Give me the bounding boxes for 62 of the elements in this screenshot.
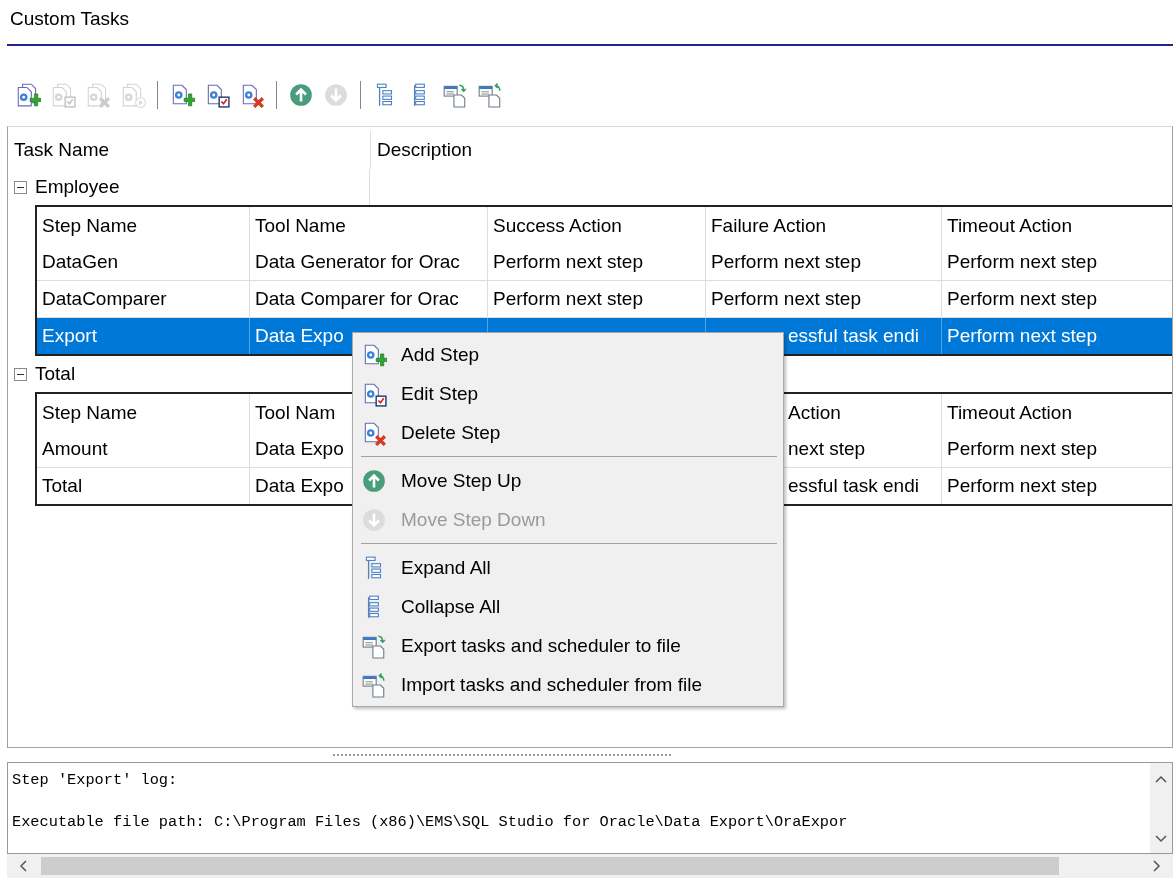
table-cell: DataGen — [42, 251, 119, 273]
task-name: Employee — [35, 176, 120, 198]
arrow-up-icon — [361, 467, 387, 494]
table-cell: Data Expo — [255, 475, 344, 497]
column-header[interactable]: Tool Nam — [255, 401, 336, 424]
table-cell: essful task endi — [788, 475, 919, 497]
log-line: Step 'Export' log: — [12, 771, 179, 789]
export-file-icon[interactable] — [442, 82, 468, 108]
table-cell: Amount — [42, 438, 108, 460]
table-cell: Data Generator for Orac — [255, 251, 460, 273]
menu-item[interactable]: Import tasks and scheduler from file — [355, 665, 781, 704]
table-cell: Perform next step — [711, 288, 861, 310]
column-header[interactable]: Timeout Action — [947, 401, 1072, 424]
column-header[interactable]: Step Name — [42, 214, 138, 237]
scrollbar-thumb[interactable] — [41, 857, 1059, 875]
column-header[interactable]: Step Name — [42, 401, 138, 424]
menu-item[interactable]: Delete Step — [355, 413, 781, 452]
table-cell: Total — [42, 475, 83, 497]
table-cell: Perform next step — [947, 438, 1097, 460]
table-cell: Perform next step — [947, 288, 1097, 310]
table-cell: Export — [42, 325, 97, 347]
table-cell: Perform next step — [947, 325, 1097, 347]
table-cell: next step — [788, 438, 866, 460]
table-cell: Data Expo — [255, 438, 344, 460]
collapse-toggle[interactable] — [14, 180, 27, 194]
column-header[interactable]: Description — [371, 139, 473, 161]
panel-title: Custom Tasks — [9, 7, 130, 31]
menu-item[interactable]: Collapse All — [355, 587, 781, 626]
chevron-up-icon[interactable] — [1155, 775, 1167, 783]
column-header[interactable]: Action — [788, 401, 841, 424]
arrow-up-icon[interactable] — [288, 82, 314, 108]
chevron-down-icon[interactable] — [1155, 835, 1167, 843]
menu-item[interactable]: Move Step Up — [355, 461, 781, 500]
arrow-down-icon — [361, 506, 387, 533]
table-cell: Perform next step — [947, 251, 1097, 273]
import-file-icon[interactable] — [477, 82, 503, 108]
menu-item[interactable]: Add Step — [355, 335, 781, 374]
column-header[interactable]: Task Name — [8, 131, 371, 169]
table-cell: Perform next step — [947, 475, 1097, 497]
task-name: Total — [35, 363, 76, 385]
menu-item[interactable]: Edit Step — [355, 374, 781, 413]
column-header[interactable]: Success Action — [493, 214, 622, 237]
log-line: Executable file path: C:\Program Files (x86)\EMS\SQL Studio for Oracle\Data Export\OraExpor — [12, 813, 849, 831]
chevron-right-icon[interactable] — [1153, 860, 1161, 872]
horizontal-scrollbar[interactable] — [7, 854, 1173, 878]
collapse-toggle[interactable] — [14, 367, 27, 381]
table-cell: Data Expo — [255, 325, 344, 347]
column-header[interactable]: Tool Name — [255, 214, 346, 237]
table-cell: DataComparer — [42, 288, 167, 310]
import-file-icon — [361, 671, 387, 698]
menu-item[interactable]: Export tasks and scheduler to file — [355, 626, 781, 665]
table-cell: Data Comparer for Orac — [255, 288, 459, 310]
chevron-left-icon[interactable] — [19, 860, 27, 872]
table-cell: Perform next step — [493, 288, 643, 310]
documents-plus-icon[interactable] — [15, 82, 41, 108]
vertical-scrollbar[interactable] — [1150, 763, 1172, 853]
column-header[interactable]: Timeout Action — [947, 214, 1072, 237]
table-cell: Perform next step — [493, 251, 643, 273]
menu-item[interactable]: Expand All — [355, 548, 781, 587]
column-header[interactable]: Failure Action — [711, 214, 827, 237]
table-cell: essful task endi — [788, 325, 919, 347]
table-cell: Perform next step — [711, 251, 861, 273]
